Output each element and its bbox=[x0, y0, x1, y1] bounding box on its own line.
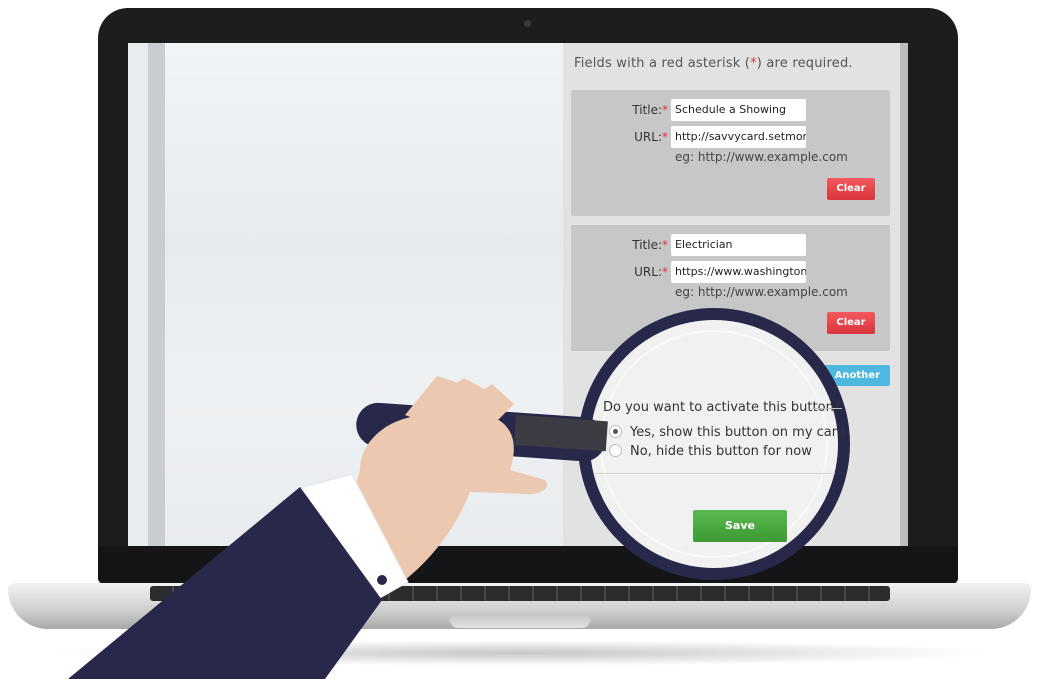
cufflink-icon bbox=[377, 575, 387, 585]
hand-illustration bbox=[68, 376, 608, 679]
